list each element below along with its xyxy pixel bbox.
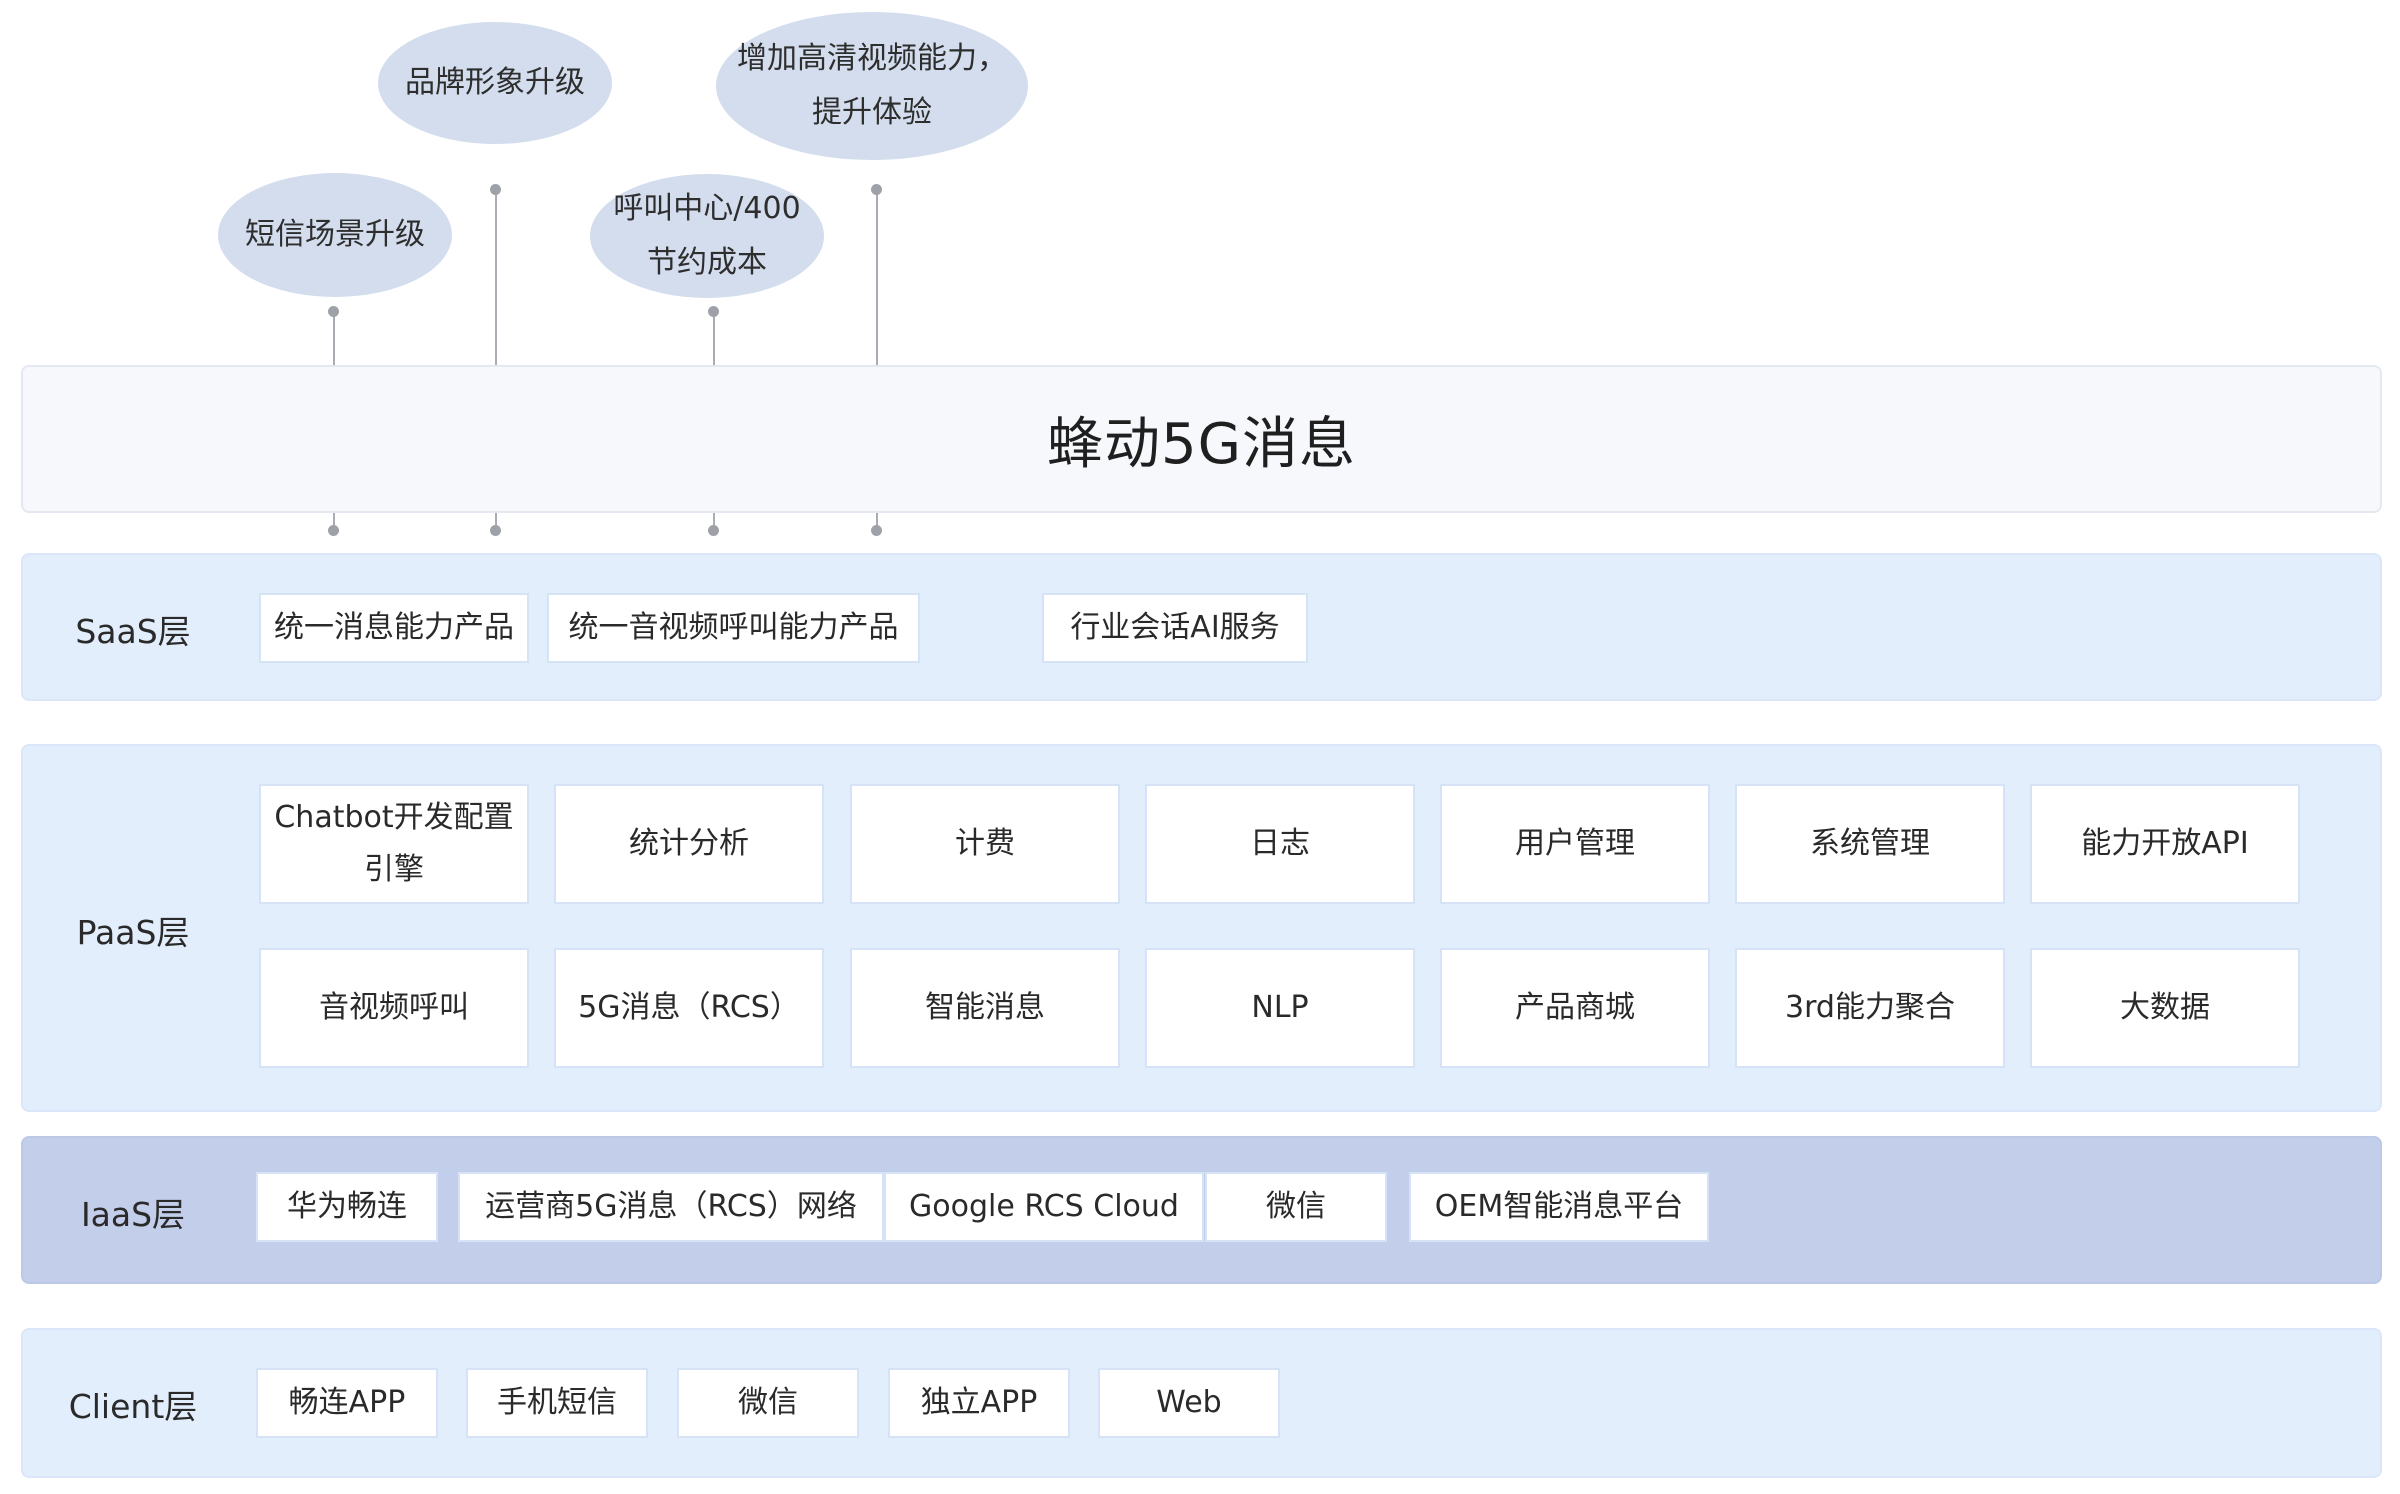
paas-item-label: 用户管理 xyxy=(1515,826,1635,861)
connector-dot xyxy=(708,306,719,317)
iaas-item: Google RCS Cloud xyxy=(884,1172,1204,1242)
client-item-label: 独立APP xyxy=(920,1385,1038,1420)
bubble-text: 提升体验 xyxy=(812,95,932,130)
bubble-hd-video: 增加高清视频能力， 提升体验 xyxy=(716,12,1028,160)
paas-item: 用户管理 xyxy=(1440,784,1710,904)
connector-dot xyxy=(871,525,882,536)
saas-item: 行业会话AI服务 xyxy=(1042,593,1308,663)
client-item: 手机短信 xyxy=(466,1368,648,1438)
client-item-label: 微信 xyxy=(738,1385,798,1420)
paas-item: NLP xyxy=(1145,948,1415,1068)
paas-item-label: 系统管理 xyxy=(1810,826,1930,861)
bubble-text: 节约成本 xyxy=(647,245,767,280)
iaas-layer-label: IaaS层 xyxy=(80,1195,186,1234)
paas-item: 产品商城 xyxy=(1440,948,1710,1068)
paas-item: 5G消息（RCS） xyxy=(554,948,824,1068)
iaas-item: 华为畅连 xyxy=(256,1172,438,1242)
paas-item: 计费 xyxy=(850,784,1120,904)
paas-item: 能力开放API xyxy=(2030,784,2300,904)
paas-item: 大数据 xyxy=(2030,948,2300,1068)
bubble-text: 增加高清视频能力， xyxy=(737,41,1007,76)
bubble-text: 短信场景升级 xyxy=(245,217,425,252)
paas-item: 音视频呼叫 xyxy=(259,948,529,1068)
iaas-item: 运营商5G消息（RCS）网络 xyxy=(458,1172,884,1242)
saas-layer: SaaS层 统一消息能力产品 统一音视频呼叫能力产品 行业会话AI服务 xyxy=(21,553,2382,701)
client-item: 畅连APP xyxy=(256,1368,438,1438)
iaas-item-label: 微信 xyxy=(1266,1189,1326,1224)
client-item: 微信 xyxy=(677,1368,859,1438)
bubble-text: 品牌形象升级 xyxy=(405,65,585,100)
iaas-item: OEM智能消息平台 xyxy=(1409,1172,1709,1242)
paas-item: 智能消息 xyxy=(850,948,1120,1068)
paas-item-label: 统计分析 xyxy=(629,826,749,861)
paas-item-label: 引擎 xyxy=(364,852,424,887)
product-title-banner: 蜂动5G消息 xyxy=(21,365,2382,513)
paas-item: 日志 xyxy=(1145,784,1415,904)
bubble-brand-upgrade: 品牌形象升级 xyxy=(378,22,612,144)
connector-dot xyxy=(490,184,501,195)
paas-item-label: 能力开放API xyxy=(2081,826,2249,861)
bubble-call-center: 呼叫中心/400 节约成本 xyxy=(590,174,824,298)
iaas-item-label: Google RCS Cloud xyxy=(909,1189,1179,1224)
iaas-item-label: 运营商5G消息（RCS）网络 xyxy=(485,1189,857,1224)
client-item-label: 手机短信 xyxy=(497,1385,617,1420)
connector-dot xyxy=(328,525,339,536)
client-layer-label: Client层 xyxy=(68,1387,198,1426)
iaas-item-label: 华为畅连 xyxy=(287,1189,407,1224)
paas-item-label: 计费 xyxy=(955,826,1015,861)
client-layer: Client层 畅连APP 手机短信 微信 独立APP Web xyxy=(21,1328,2382,1478)
bubble-text: 呼叫中心/400 xyxy=(613,191,801,226)
paas-layer: PaaS层 Chatbot开发配置 引擎 统计分析 计费 日志 用户管理 系统管… xyxy=(21,744,2382,1112)
client-item: 独立APP xyxy=(888,1368,1070,1438)
client-item: Web xyxy=(1098,1368,1280,1438)
paas-item: Chatbot开发配置 引擎 xyxy=(259,784,529,904)
paas-item-label: 3rd能力聚合 xyxy=(1785,990,1955,1025)
bubble-sms-upgrade: 短信场景升级 xyxy=(218,173,452,297)
saas-item-label: 行业会话AI服务 xyxy=(1070,610,1280,645)
iaas-item: 微信 xyxy=(1205,1172,1387,1242)
client-item-label: Web xyxy=(1156,1385,1222,1420)
saas-item: 统一音视频呼叫能力产品 xyxy=(547,593,920,663)
paas-item-label: 5G消息（RCS） xyxy=(578,990,800,1025)
paas-item: 统计分析 xyxy=(554,784,824,904)
paas-item-label: 大数据 xyxy=(2120,990,2210,1025)
connector-dot xyxy=(490,525,501,536)
paas-item-label: 产品商城 xyxy=(1515,990,1635,1025)
paas-item-label: 音视频呼叫 xyxy=(319,990,469,1025)
connector-dot xyxy=(871,184,882,195)
product-title: 蜂动5G消息 xyxy=(1046,411,1357,477)
iaas-layer: IaaS层 华为畅连 运营商5G消息（RCS）网络 Google RCS Clo… xyxy=(21,1136,2382,1284)
connector-dot xyxy=(708,525,719,536)
iaas-item-label: OEM智能消息平台 xyxy=(1434,1189,1684,1224)
paas-layer-label: PaaS层 xyxy=(76,913,190,952)
paas-item-label: 日志 xyxy=(1250,826,1310,861)
paas-item: 系统管理 xyxy=(1735,784,2005,904)
paas-item: 3rd能力聚合 xyxy=(1735,948,2005,1068)
paas-item-label: 智能消息 xyxy=(925,990,1045,1025)
saas-item-label: 统一消息能力产品 xyxy=(274,610,514,645)
connector-dot xyxy=(328,306,339,317)
paas-item-label: NLP xyxy=(1251,990,1309,1025)
client-item-label: 畅连APP xyxy=(288,1385,406,1420)
saas-item-label: 统一音视频呼叫能力产品 xyxy=(568,610,899,645)
saas-layer-label: SaaS层 xyxy=(75,612,191,651)
paas-item-label: Chatbot开发配置 xyxy=(274,800,514,835)
saas-item: 统一消息能力产品 xyxy=(259,593,529,663)
